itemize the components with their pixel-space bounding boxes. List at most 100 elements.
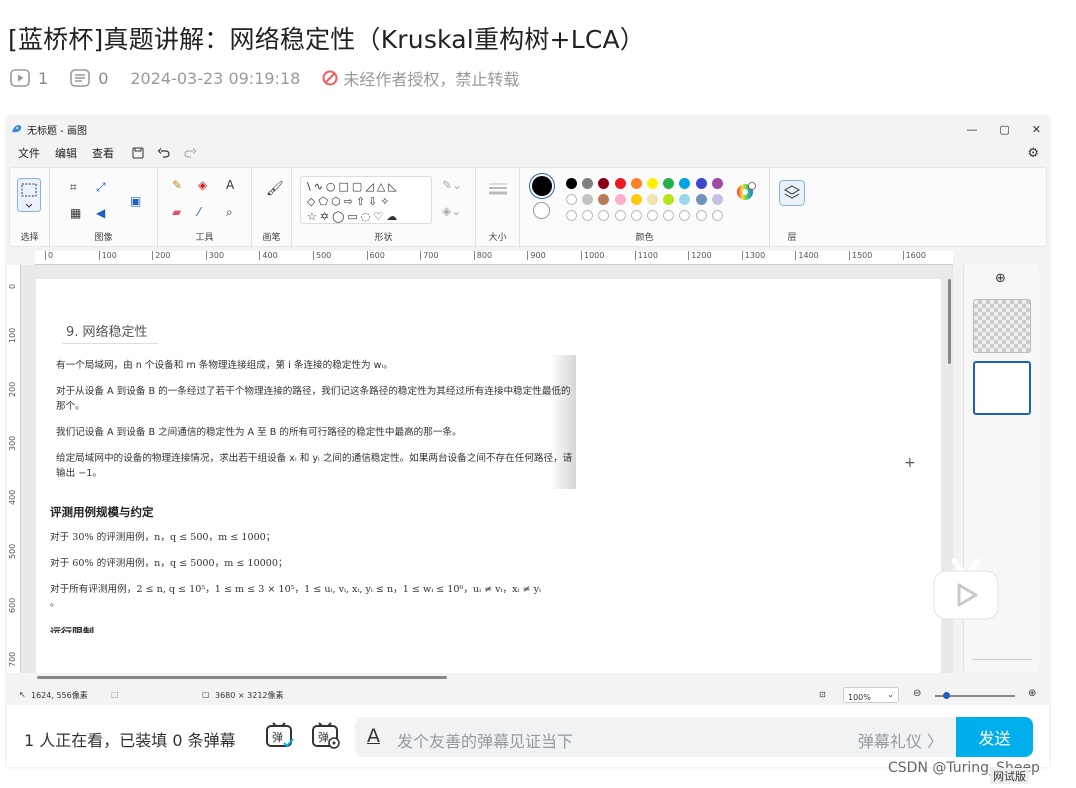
copyright-text: 未经作者授权，禁止转载 <box>343 70 520 89</box>
color-swatch[interactable] <box>679 194 691 205</box>
zoom-out-icon[interactable]: ⊖ <box>913 688 921 699</box>
color-swatch[interactable] <box>614 194 626 205</box>
danmaku-toggle-icon[interactable]: 弹 <box>265 721 295 751</box>
group-shapes: \∿○□▢◿△◺ ◇⬠⬡⇨⇧⇩✧ ☆✡◯▭◌♡☁ ✎⌄ ◈⌄ 形状 <box>292 168 476 248</box>
color-swatch[interactable] <box>614 178 626 189</box>
layer-thumb-transparent[interactable] <box>973 299 1031 353</box>
edit-colors-icon[interactable] <box>736 182 756 202</box>
menu-view[interactable]: 查看 <box>92 145 114 161</box>
rotate-icon[interactable]: ◀ <box>96 206 105 220</box>
color-swatch[interactable] <box>598 194 610 205</box>
minimize-icon[interactable]: — <box>966 123 977 136</box>
menu-file[interactable]: 文件 <box>18 145 40 161</box>
page-title: [蓝桥杯]真题讲解：网络稳定性（Kruskal重构树+LCA） <box>8 25 645 54</box>
save-icon[interactable] <box>132 147 144 159</box>
fit-icon[interactable]: ⊡ <box>819 690 826 699</box>
horizontal-ruler: 0 100 200 300 400 500 600 700 800 900 1000 1100 1200… <box>35 251 953 265</box>
color-swatch[interactable] <box>566 210 577 221</box>
desc-line: 给定局域网中的设备的物理连接情况，求出若干组设备 xᵢ 和 yᵢ 之间的通信稳定… <box>56 453 573 464</box>
canvas-size-icon: ▢ <box>202 690 210 699</box>
secondary-color[interactable] <box>533 202 550 219</box>
brush-icon[interactable]: 🖌 <box>266 182 284 196</box>
color-swatch[interactable] <box>695 178 707 189</box>
publish-date: 2024-03-23 09:19:18 <box>130 68 301 88</box>
color-swatch[interactable] <box>582 210 594 221</box>
color-swatch[interactable] <box>582 194 594 205</box>
list-icon <box>70 69 90 87</box>
zoom-select[interactable]: 100% ⌄ <box>843 687 899 703</box>
redo-icon[interactable] <box>184 147 196 159</box>
close-icon[interactable]: ✕ <box>1032 123 1041 136</box>
add-layer-icon[interactable]: ⊕ <box>995 271 1006 286</box>
menu-edit[interactable]: 编辑 <box>55 145 77 161</box>
canvas-area[interactable]: 9. 网络稳定性 有一个局域网，由 n 个设备和 m 条物理连接组成，第 i 条… <box>21 265 953 673</box>
text-icon[interactable]: A <box>226 178 234 192</box>
ruler-v-label: 300 <box>8 435 17 451</box>
constraint-line: 对于 60% 的评测用例，n，q ≤ 5000，m ≤ 10000； <box>50 558 288 569</box>
canvas-size: 3680 × 3212像素 <box>215 691 284 700</box>
ruler-h-label: 1500 <box>849 251 872 260</box>
magnifier-icon[interactable]: ⌕ <box>226 205 233 219</box>
danmaku-etiquette-link[interactable]: 弹幕礼仪 〉 <box>858 728 943 752</box>
size-icon[interactable] <box>488 182 508 198</box>
picker-icon[interactable]: ⁄ <box>198 205 200 219</box>
layers-icon[interactable] <box>779 180 805 206</box>
color-swatch[interactable] <box>695 194 707 205</box>
horizontal-scrollbar[interactable] <box>25 673 953 681</box>
color-swatch[interactable] <box>566 194 577 205</box>
shape-fill-icon[interactable]: ◈⌄ <box>442 204 461 218</box>
ruler-h-label: 700 <box>420 251 438 260</box>
crop-icon[interactable]: ⌗ <box>70 180 77 194</box>
settings-icon[interactable]: ⚙ <box>1027 146 1039 161</box>
canvas-document[interactable]: 9. 网络稳定性 有一个局域网，由 n 个设备和 m 条物理连接组成，第 i 条… <box>36 279 941 673</box>
color-swatch[interactable] <box>566 178 577 189</box>
color-swatch[interactable] <box>582 178 594 189</box>
pencil-icon[interactable]: ✎ <box>172 178 182 192</box>
shape-gallery[interactable]: \∿○□▢◿△◺ ◇⬠⬡⇨⇧⇩✧ ☆✡◯▭◌♡☁ <box>300 176 432 224</box>
danmaku-bar: 1 人正在看，已装填 0 条弹幕 弹 弹 A 发个友善的弹幕见证当下 弹幕礼仪 … <box>7 707 1049 767</box>
color-swatch[interactable] <box>598 210 610 221</box>
color-swatch[interactable] <box>598 178 610 189</box>
zoom-in-icon[interactable]: ⊕ <box>1028 688 1036 699</box>
color-swatch[interactable] <box>695 210 707 221</box>
select-icon[interactable] <box>17 178 41 212</box>
color-swatch[interactable] <box>711 210 723 221</box>
play-icon <box>10 69 30 87</box>
color-swatch[interactable] <box>663 178 675 189</box>
color-swatch[interactable] <box>647 178 658 189</box>
color-swatch[interactable] <box>630 194 642 205</box>
bilibili-tv-icon[interactable] <box>932 557 1000 623</box>
color-swatch[interactable] <box>630 178 642 189</box>
texture-icon[interactable]: ▦ <box>70 206 81 220</box>
group-size-label: 大小 <box>488 233 507 243</box>
color-swatch[interactable] <box>711 178 723 189</box>
zoom-slider[interactable] <box>935 692 1015 699</box>
ruler-h-label: 1600 <box>902 251 926 260</box>
select-area-icon[interactable]: ▣ <box>130 194 141 208</box>
maximize-icon[interactable]: ▢ <box>999 123 1009 136</box>
group-select: 选择 <box>10 168 50 248</box>
color-swatch[interactable] <box>711 194 723 205</box>
layer-thumb-active[interactable] <box>973 361 1031 415</box>
color-swatch[interactable] <box>647 194 658 205</box>
ruler-v-label: 600 <box>8 597 17 613</box>
outline-icon[interactable]: ✎⌄ <box>442 178 462 192</box>
danmaku-settings-icon[interactable]: 弹 <box>311 721 341 751</box>
color-swatch[interactable] <box>614 210 626 221</box>
video-player[interactable]: 无标题 - 画图 — ▢ ✕ 文件 编辑 查看 ⚙ 选择 ⌗ ⤢ ▣ ▦ ◀ 图… <box>7 117 1049 767</box>
color-swatch[interactable] <box>647 210 658 221</box>
danmaku-input[interactable]: A 发个友善的弹幕见证当下 弹幕礼仪 〉 <box>355 717 955 757</box>
color-swatch[interactable] <box>679 210 691 221</box>
send-button[interactable]: 发送 <box>956 717 1033 757</box>
primary-color[interactable] <box>532 176 552 196</box>
resize-icon[interactable]: ⤢ <box>96 180 106 194</box>
color-swatch[interactable] <box>630 210 642 221</box>
color-swatch[interactable] <box>663 210 675 221</box>
group-image: ⌗ ⤢ ▣ ▦ ◀ 图像 <box>50 168 158 248</box>
font-style-icon[interactable]: A <box>367 725 380 747</box>
color-swatch[interactable] <box>679 178 691 189</box>
eraser-icon[interactable]: ▰ <box>172 205 181 219</box>
color-swatch[interactable] <box>663 194 675 205</box>
undo-icon[interactable] <box>158 147 170 159</box>
fill-icon[interactable]: ◈ <box>198 178 207 192</box>
